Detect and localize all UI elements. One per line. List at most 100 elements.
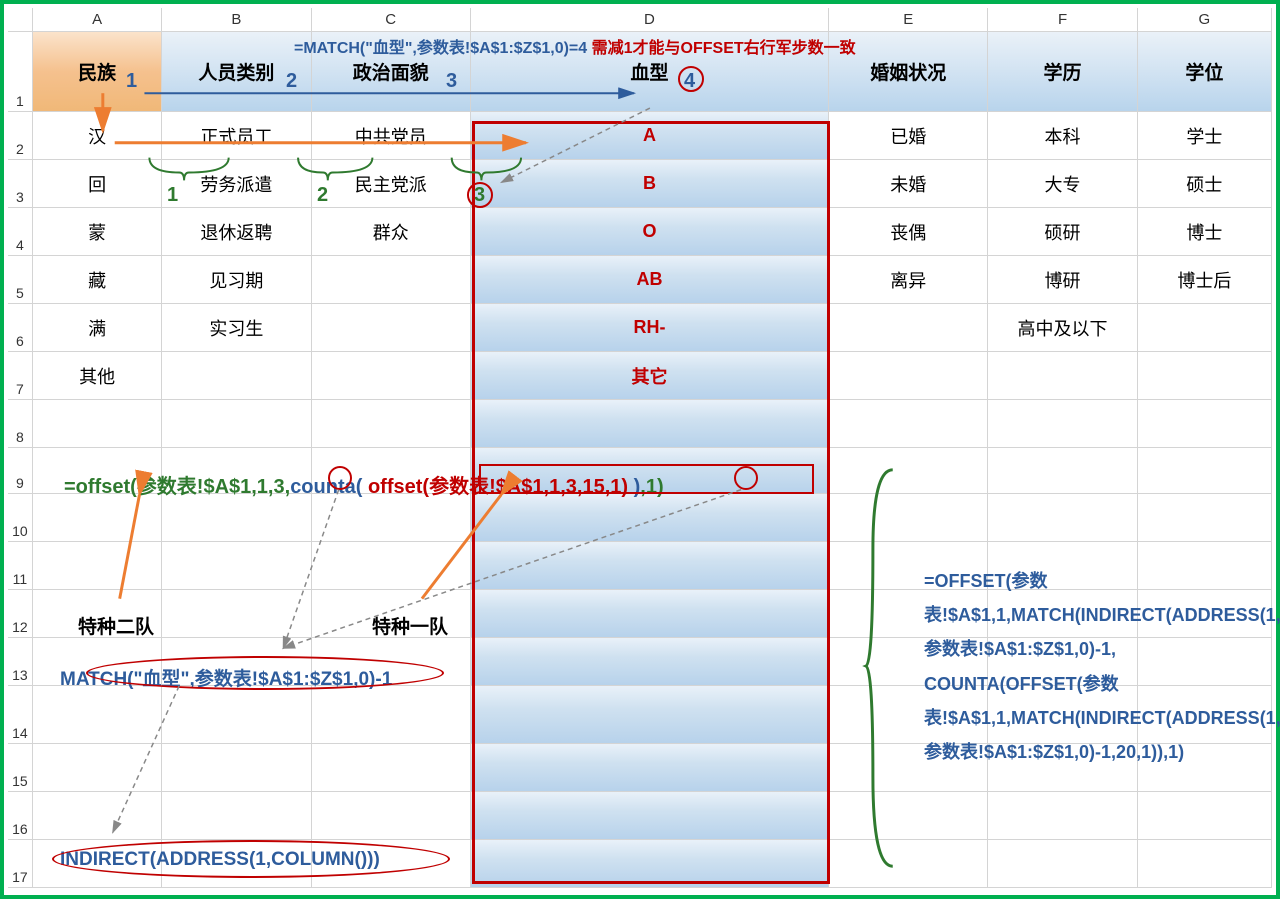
cell-E8[interactable] [829,400,988,448]
cell-B16[interactable] [162,792,311,840]
cell-C15[interactable] [312,744,471,792]
col-header-C[interactable]: C [312,8,471,32]
cell-D3[interactable]: B [471,160,829,208]
row-header-2[interactable]: 2 [8,112,33,160]
cell-F16[interactable] [988,792,1137,840]
cell-E5[interactable]: 离异 [829,256,988,304]
cell-C2[interactable]: 中共党员 [312,112,471,160]
cell-G17[interactable] [1138,840,1272,888]
cell-A11[interactable] [33,542,162,590]
cell-E9[interactable] [829,448,988,494]
row-header-16[interactable]: 16 [8,792,33,840]
cell-B2[interactable]: 正式员工 [162,112,311,160]
cell-D6[interactable]: RH- [471,304,829,352]
cell-D17[interactable] [471,840,829,888]
cell-G5[interactable]: 博士后 [1138,256,1272,304]
cell-C6[interactable] [312,304,471,352]
col-header-F[interactable]: F [988,8,1137,32]
row-header-10[interactable]: 10 [8,494,33,542]
cell-G6[interactable] [1138,304,1272,352]
cell-B15[interactable] [162,744,311,792]
cell-G7[interactable] [1138,352,1272,400]
cell-G9[interactable] [1138,448,1272,494]
cell-B3[interactable]: 劳务派遣 [162,160,311,208]
cell-F7[interactable] [988,352,1137,400]
cell-C5[interactable] [312,256,471,304]
select-all-corner[interactable] [8,8,33,32]
cell-D5[interactable]: AB [471,256,829,304]
cell-F9[interactable] [988,448,1137,494]
row-header-4[interactable]: 4 [8,208,33,256]
cell-E16[interactable] [829,792,988,840]
row-header-5[interactable]: 5 [8,256,33,304]
cell-D11[interactable] [471,542,829,590]
cell-D2[interactable]: A [471,112,829,160]
cell-E2[interactable]: 已婚 [829,112,988,160]
cell-C8[interactable] [312,400,471,448]
cell-C3[interactable]: 民主党派 [312,160,471,208]
cell-A8[interactable] [33,400,162,448]
cell-B1[interactable]: 人员类别 [162,32,311,112]
cell-D8[interactable] [471,400,829,448]
cell-E3[interactable]: 未婚 [829,160,988,208]
col-header-G[interactable]: G [1138,8,1272,32]
cell-E6[interactable] [829,304,988,352]
cell-F1[interactable]: 学历 [988,32,1137,112]
cell-A16[interactable] [33,792,162,840]
cell-D14[interactable] [471,686,829,744]
cell-A14[interactable] [33,686,162,744]
cell-F3[interactable]: 大专 [988,160,1137,208]
cell-B5[interactable]: 见习期 [162,256,311,304]
cell-F4[interactable]: 硕研 [988,208,1137,256]
col-header-A[interactable]: A [33,8,162,32]
cell-A1[interactable]: 民族 [33,32,162,112]
cell-A4[interactable]: 蒙 [33,208,162,256]
col-header-B[interactable]: B [162,8,311,32]
cell-F10[interactable] [988,494,1137,542]
cell-C16[interactable] [312,792,471,840]
cell-G1[interactable]: 学位 [1138,32,1272,112]
row-header-12[interactable]: 12 [8,590,33,638]
cell-A10[interactable] [33,494,162,542]
cell-D7[interactable]: 其它 [471,352,829,400]
cell-D13[interactable] [471,638,829,686]
cell-B4[interactable]: 退休返聘 [162,208,311,256]
row-header-17[interactable]: 17 [8,840,33,888]
cell-A7[interactable]: 其他 [33,352,162,400]
cell-G16[interactable] [1138,792,1272,840]
cell-D15[interactable] [471,744,829,792]
cell-G10[interactable] [1138,494,1272,542]
cell-A2[interactable]: 汉 [33,112,162,160]
row-header-8[interactable]: 8 [8,400,33,448]
col-header-E[interactable]: E [829,8,988,32]
cell-E10[interactable] [829,494,988,542]
cell-C7[interactable] [312,352,471,400]
cell-B12[interactable] [162,590,311,638]
row-header-9[interactable]: 9 [8,448,33,494]
row-header-13[interactable]: 13 [8,638,33,686]
cell-B11[interactable] [162,542,311,590]
cell-A6[interactable]: 满 [33,304,162,352]
cell-F6[interactable]: 高中及以下 [988,304,1137,352]
cell-A5[interactable]: 藏 [33,256,162,304]
cell-F2[interactable]: 本科 [988,112,1137,160]
cell-B14[interactable] [162,686,311,744]
cell-B7[interactable] [162,352,311,400]
cell-G3[interactable]: 硕士 [1138,160,1272,208]
cell-F8[interactable] [988,400,1137,448]
cell-C4[interactable]: 群众 [312,208,471,256]
row-header-3[interactable]: 3 [8,160,33,208]
cell-E4[interactable]: 丧偶 [829,208,988,256]
col-header-D[interactable]: D [471,8,829,32]
cell-E7[interactable] [829,352,988,400]
cell-C14[interactable] [312,686,471,744]
cell-F17[interactable] [988,840,1137,888]
cell-G2[interactable]: 学士 [1138,112,1272,160]
cell-F5[interactable]: 博研 [988,256,1137,304]
cell-G4[interactable]: 博士 [1138,208,1272,256]
cell-E17[interactable] [829,840,988,888]
cell-D4[interactable]: O [471,208,829,256]
cell-C11[interactable] [312,542,471,590]
cell-A3[interactable]: 回 [33,160,162,208]
row-header-15[interactable]: 15 [8,744,33,792]
